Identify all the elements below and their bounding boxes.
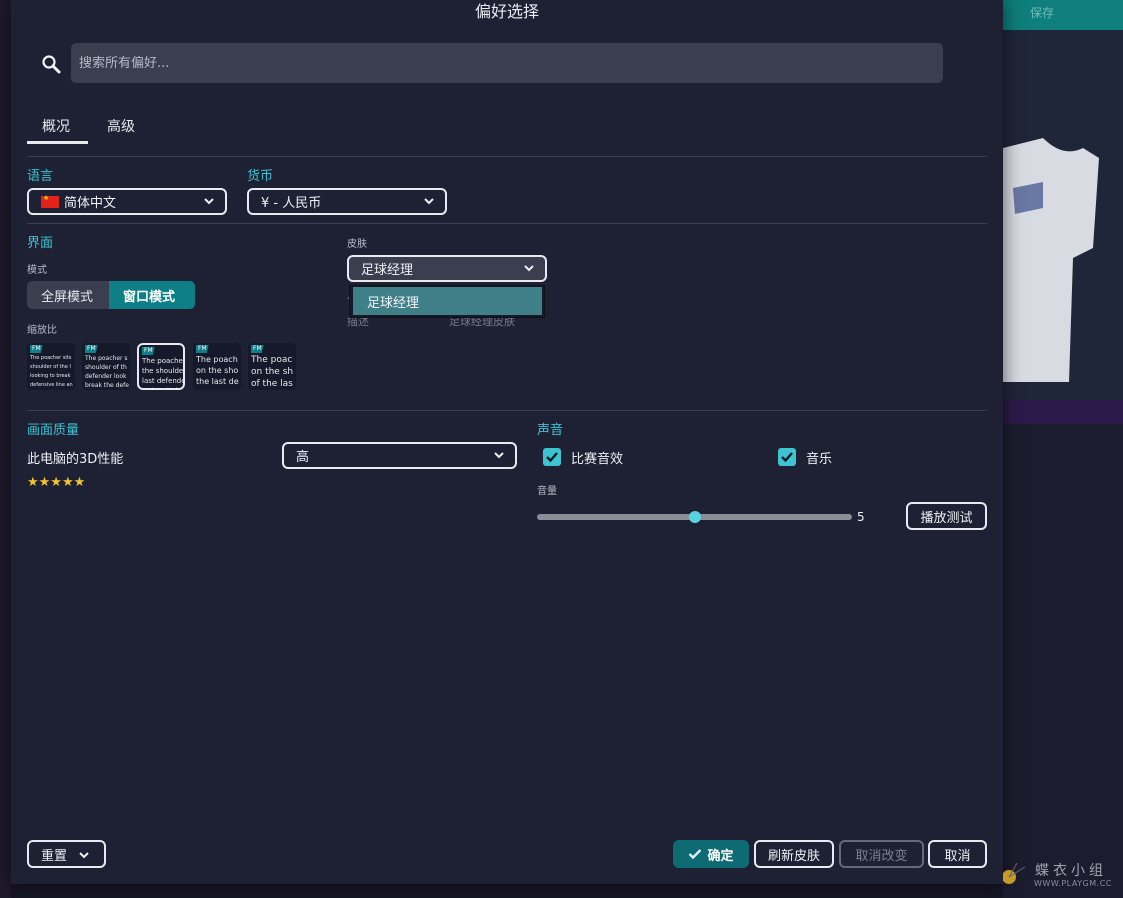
- sound-label: 声音: [537, 423, 564, 438]
- checkmark-icon: [781, 452, 793, 463]
- language-value: 简体中文: [64, 196, 117, 211]
- quality-value: 高: [296, 450, 310, 465]
- language-select[interactable]: 简体中文: [27, 188, 227, 215]
- active-tab-indicator: [27, 141, 88, 144]
- fm-tag: FM: [251, 345, 264, 353]
- preferences-dialog: 偏好选择 概况 高级 语言 简体中文 货币 ¥ - 人民币 界面 模式 全屏模式…: [11, 0, 1003, 884]
- skin-select[interactable]: 足球经理: [347, 255, 547, 282]
- zoom-option[interactable]: FM The poacher s shoulder of th defender…: [82, 343, 130, 390]
- fm-tag: FM: [196, 345, 209, 353]
- currency-label: 货币: [247, 169, 274, 184]
- match-sfx-label: 比赛音效: [571, 452, 624, 467]
- background-top-button: 保存: [1030, 6, 1055, 20]
- background-left-strip: [0, 0, 11, 898]
- dialog-title: 偏好选择: [474, 2, 539, 21]
- interface-label: 界面: [27, 236, 54, 251]
- checkmark-icon: [689, 849, 702, 860]
- chevron-down-icon: [424, 198, 434, 205]
- checkmark-icon: [546, 452, 558, 463]
- background-top-bar: [1003, 0, 1123, 30]
- zoom-preview-text: The poac on the sh of the las: [251, 355, 294, 389]
- zoom-preview-text: The poache the shoulde last defende to b…: [142, 357, 185, 388]
- skin-dropdown-option[interactable]: 足球经理: [353, 287, 542, 315]
- chevron-down-icon: [524, 265, 534, 272]
- language-label: 语言: [27, 169, 54, 184]
- fm-tag: FM: [142, 347, 155, 355]
- music-label: 音乐: [806, 452, 833, 467]
- zoom-option[interactable]: FM The poacher sits shoulder of the l lo…: [27, 343, 75, 390]
- skin-value: 足球经理: [361, 263, 414, 278]
- volume-slider-handle[interactable]: [688, 511, 701, 523]
- performance-label: 此电脑的3D性能: [27, 452, 124, 467]
- confirm-button[interactable]: 确定: [673, 840, 749, 868]
- zoom-preview-text: The poacher sits shoulder of the l looki…: [30, 355, 73, 388]
- divider: [27, 223, 987, 224]
- reset-button[interactable]: 重置: [27, 840, 106, 868]
- currency-select[interactable]: ¥ - 人民币: [247, 188, 447, 215]
- chevron-down-icon: [204, 198, 214, 205]
- confirm-label: 确定: [707, 848, 734, 864]
- zoom-option-selected[interactable]: FM The poache the shoulde last defende t…: [137, 343, 185, 390]
- volume-value: 5: [857, 510, 865, 524]
- skin-dropdown-menu: 足球经理: [349, 285, 545, 318]
- zoom-preview-text: The poach on the sho the last de: [196, 355, 239, 386]
- chevron-down-icon: [494, 452, 504, 459]
- shirt-icon: [1003, 138, 1099, 382]
- china-flag-icon: [41, 194, 59, 208]
- graphics-quality-label: 画面质量: [27, 423, 80, 438]
- skin-label: 皮肤: [347, 239, 367, 250]
- cancel-button[interactable]: 取消: [928, 840, 987, 868]
- zoom-label: 缩放比: [27, 325, 57, 336]
- tab-overview[interactable]: 概况: [42, 116, 70, 136]
- fm-tag: FM: [30, 345, 43, 353]
- zoom-preview-text: The poacher s shoulder of th defender lo…: [85, 355, 129, 389]
- divider: [27, 410, 987, 411]
- volume-label: 音量: [537, 486, 557, 497]
- watermark-url: WWW.PLAYGM.CC: [1034, 879, 1112, 888]
- tab-advanced[interactable]: 高级: [107, 116, 135, 136]
- reset-label: 重置: [41, 848, 68, 864]
- performance-stars: ★★★★★: [27, 475, 86, 490]
- search-input[interactable]: [71, 43, 943, 83]
- watermark-logo-icon: [1003, 862, 1026, 884]
- windowed-mode-button[interactable]: 窗口模式: [109, 281, 195, 309]
- display-mode-toggle: 全屏模式 窗口模式: [27, 281, 195, 309]
- music-checkbox[interactable]: [778, 448, 796, 466]
- quality-select[interactable]: 高: [282, 442, 517, 469]
- fullscreen-mode-button[interactable]: 全屏模式: [27, 281, 109, 309]
- cancel-changes-button[interactable]: 取消改变: [839, 840, 924, 868]
- fm-tag: FM: [85, 345, 98, 353]
- divider: [27, 156, 987, 157]
- mode-label: 模式: [27, 265, 47, 276]
- zoom-option[interactable]: FM The poac on the sh of the las: [248, 343, 296, 390]
- refresh-skin-button[interactable]: 刷新皮肤: [754, 840, 834, 868]
- chevron-down-icon: [79, 852, 89, 859]
- zoom-option[interactable]: FM The poach on the sho the last de: [193, 343, 241, 390]
- background-purple-bar: [1003, 400, 1123, 424]
- search-icon: [42, 55, 61, 74]
- watermark-text: 蝶衣小组: [1035, 863, 1107, 879]
- currency-value: ¥ - 人民币: [261, 196, 322, 211]
- match-sfx-checkbox[interactable]: [543, 448, 561, 466]
- play-test-button[interactable]: 播放测试: [906, 502, 987, 530]
